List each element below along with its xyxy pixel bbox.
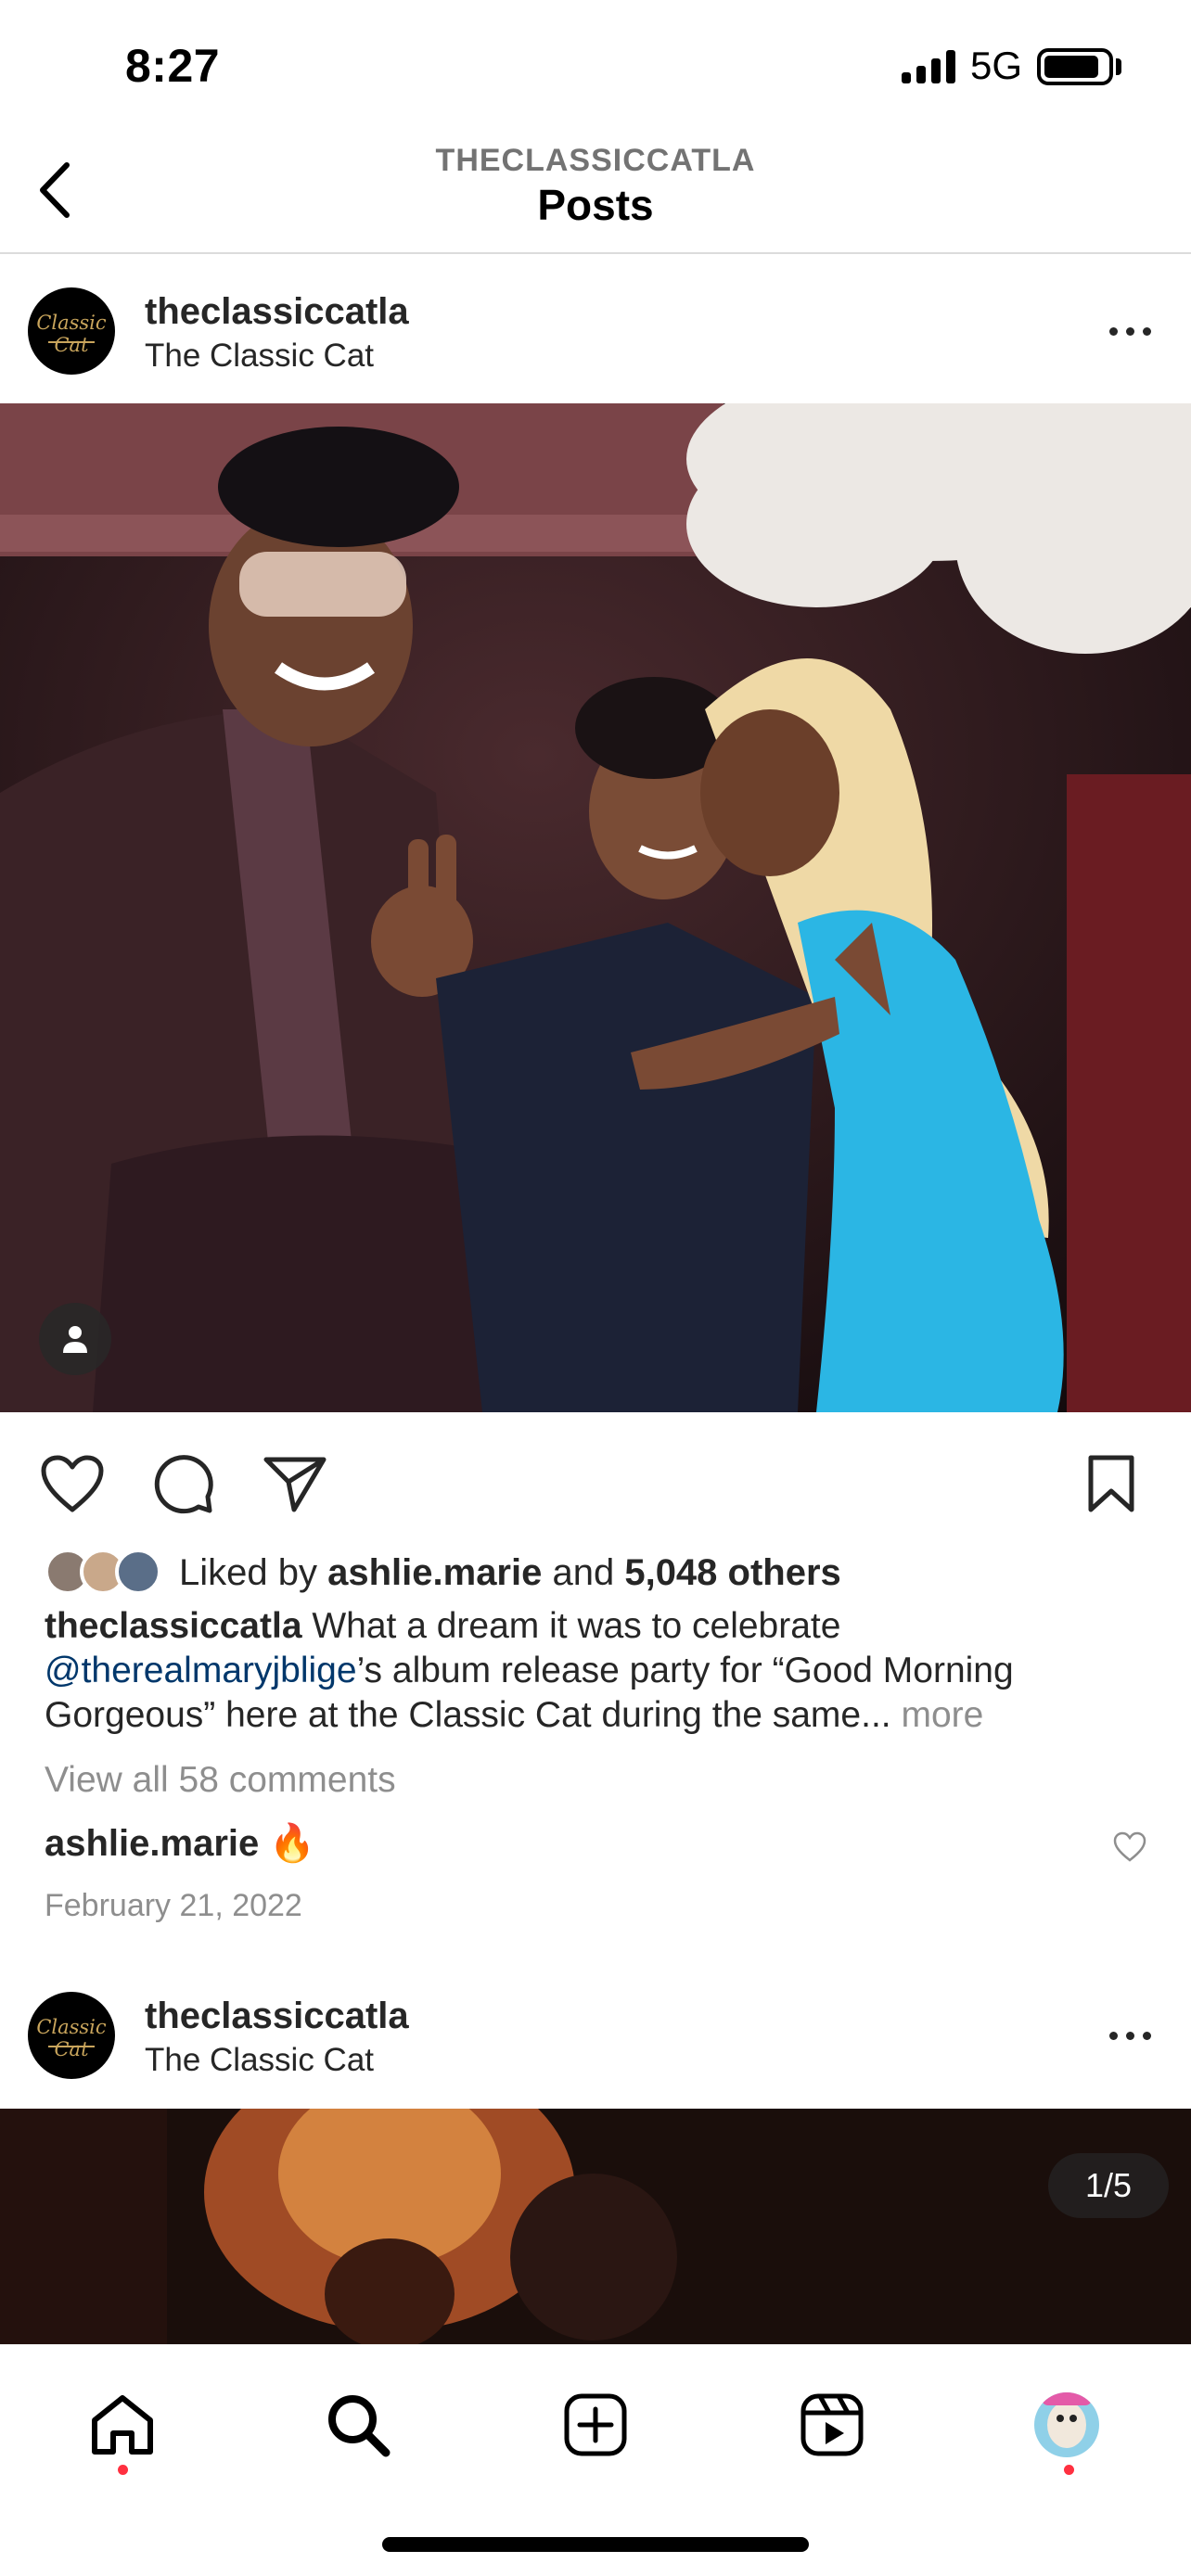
status-time: 8:27 <box>125 40 221 92</box>
likes-summary[interactable]: Liked by ashlie.marie and 5,048 others <box>45 1547 1158 1600</box>
page-title: Posts <box>537 181 654 229</box>
nav-header: THECLASSICCATLA Posts <box>0 130 1191 254</box>
tab-home[interactable] <box>76 2378 169 2471</box>
liked-by-text: Liked by ashlie.marie and 5,048 others <box>179 1552 841 1593</box>
comment-text: 🔥 <box>259 1823 316 1864</box>
avatar[interactable]: Classic Cat <box>28 287 115 375</box>
home-notification-dot <box>118 2465 128 2475</box>
status-bar: 8:27 5G <box>0 0 1191 130</box>
post-header: Classic Cat theclassiccatla The Classic … <box>0 1960 1191 2109</box>
tagged-people-button[interactable] <box>39 1303 111 1375</box>
comment-like-button[interactable] <box>1113 1830 1154 1871</box>
post-caption: theclassiccatla What a dream it was to c… <box>45 1606 1014 1735</box>
carousel-counter: 1/5 <box>1048 2153 1169 2218</box>
post-date: February 21, 2022 <box>45 1888 302 1923</box>
heart-icon <box>1113 1831 1146 1862</box>
comment-button[interactable] <box>147 1447 221 1521</box>
post-image[interactable] <box>0 2109 1191 2344</box>
tab-new-post[interactable] <box>549 2378 642 2471</box>
more-options-button[interactable] <box>1102 317 1158 345</box>
share-button[interactable] <box>258 1447 332 1521</box>
profile-avatar <box>1034 2392 1099 2457</box>
tab-profile[interactable] <box>1020 2378 1113 2471</box>
caption-mention[interactable]: @therealmaryjblige <box>45 1651 357 1690</box>
post-photo-illustration <box>0 2109 1191 2344</box>
post-actions <box>0 1428 1191 1530</box>
person-icon <box>63 1326 87 1353</box>
save-button[interactable] <box>1074 1447 1148 1521</box>
avatar[interactable]: Classic Cat <box>28 1992 115 2079</box>
avatar-logo: Classic Cat <box>36 312 107 356</box>
caption-more-link[interactable]: more <box>891 1695 983 1735</box>
caption-username[interactable]: theclassiccatla <box>45 1606 302 1646</box>
comment-icon <box>154 1455 213 1514</box>
post-username[interactable]: theclassiccatla <box>145 291 409 333</box>
post-location[interactable]: The Classic Cat <box>145 338 374 375</box>
post-location[interactable]: The Classic Cat <box>145 2042 374 2079</box>
share-icon <box>263 1457 327 1512</box>
liked-by-user[interactable]: ashlie.marie <box>327 1552 542 1593</box>
search-icon <box>328 2395 391 2457</box>
post-header: Classic Cat theclassiccatla The Classic … <box>0 256 1191 404</box>
more-options-button[interactable] <box>1102 2021 1158 2049</box>
home-icon <box>92 2395 153 2455</box>
post-username[interactable]: theclassiccatla <box>145 1996 409 2037</box>
post-image[interactable] <box>0 403 1191 1412</box>
comment: ashlie.marie 🔥 <box>45 1821 1158 1877</box>
tab-search[interactable] <box>312 2378 404 2471</box>
account-name: THECLASSICCATLA <box>435 143 756 178</box>
bookmark-icon <box>1088 1455 1134 1512</box>
tab-reels[interactable] <box>786 2378 878 2471</box>
battery-icon <box>1037 48 1113 85</box>
liker-avatar <box>115 1549 161 1595</box>
reels-icon <box>800 2393 864 2456</box>
heart-icon <box>41 1455 104 1512</box>
comment-username[interactable]: ashlie.marie <box>45 1823 259 1864</box>
signal-strength-icon <box>902 50 957 83</box>
network-type: 5G <box>970 44 1023 87</box>
profile-notification-dot <box>1064 2465 1074 2475</box>
avatar-logo: Classic Cat <box>36 2016 107 2060</box>
battery-cap <box>1116 58 1121 75</box>
like-button[interactable] <box>35 1447 109 1521</box>
view-all-comments-link[interactable]: View all 58 comments <box>45 1760 396 1801</box>
post-photo-illustration <box>0 403 1191 1412</box>
home-indicator <box>382 2537 809 2552</box>
liked-by-others[interactable]: 5,048 others <box>624 1552 840 1593</box>
new-post-icon <box>564 2393 627 2456</box>
